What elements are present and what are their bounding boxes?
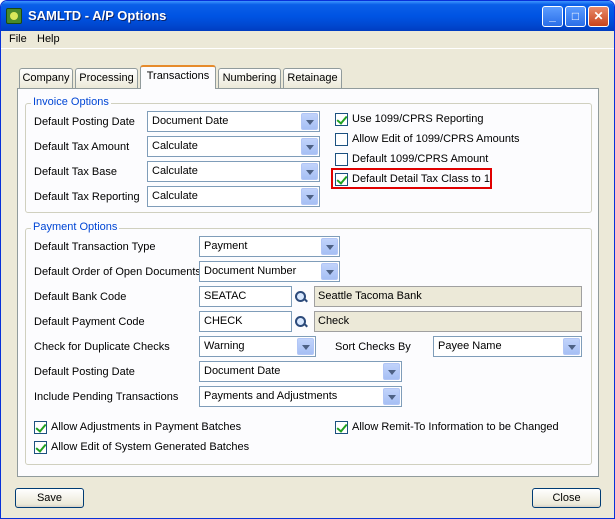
close-window-button[interactable]: ✕ (588, 6, 609, 27)
chevron-down-icon[interactable] (563, 338, 580, 355)
checkbox-checked-icon[interactable] (335, 113, 348, 126)
menu-file[interactable]: File (9, 33, 27, 45)
pending-transactions-label: Include Pending Transactions (34, 391, 179, 403)
transaction-type-select[interactable]: Payment (199, 236, 340, 257)
bank-description-value: Seattle Tacoma Bank (318, 290, 422, 302)
transaction-type-value: Payment (204, 240, 248, 252)
checkbox-checked-icon[interactable] (34, 421, 47, 434)
close-button[interactable]: Close (532, 488, 601, 508)
payment-posting-date-value: Document Date (204, 365, 281, 377)
sort-checks-select[interactable]: Payee Name (433, 336, 582, 357)
invoice-options-legend: Invoice Options (31, 96, 111, 108)
tax-amount-select[interactable]: Calculate (147, 136, 320, 157)
payment-code-search-icon[interactable] (293, 314, 309, 330)
tab-transactions[interactable]: Transactions (140, 65, 216, 89)
menu-help[interactable]: Help (37, 33, 60, 45)
maximize-button[interactable]: □ (565, 6, 586, 27)
chevron-down-icon[interactable] (383, 388, 400, 405)
bank-description-field: Seattle Tacoma Bank (314, 286, 582, 307)
pending-transactions-select[interactable]: Payments and Adjustments (199, 386, 402, 407)
checkbox-checked-icon[interactable] (335, 421, 348, 434)
tab-retainage[interactable]: Retainage (283, 68, 342, 88)
minimize-button[interactable]: _ (542, 6, 563, 27)
payment-description-value: Check (318, 315, 350, 327)
checkbox-checked-icon[interactable] (335, 173, 348, 186)
payment-code-label: Default Payment Code (34, 316, 145, 328)
tax-reporting-label: Default Tax Reporting (34, 191, 140, 203)
bank-code-search-icon[interactable] (293, 289, 309, 305)
chevron-down-icon[interactable] (301, 188, 318, 205)
checkbox-unchecked-icon[interactable] (335, 133, 348, 146)
tab-company[interactable]: Company (19, 68, 73, 88)
allow-remit-to-label: Allow Remit-To Information to be Changed (352, 421, 559, 433)
chevron-down-icon[interactable] (383, 363, 400, 380)
checkbox-checked-icon[interactable] (34, 441, 47, 454)
menu-separator (1, 48, 614, 49)
sort-checks-value: Payee Name (438, 340, 502, 352)
tax-reporting-select[interactable]: Calculate (147, 186, 320, 207)
payment-code-value: CHECK (204, 315, 243, 327)
duplicate-checks-value: Warning (204, 340, 245, 352)
menu-bar: File Help (1, 31, 614, 48)
payment-posting-date-select[interactable]: Document Date (199, 361, 402, 382)
pending-transactions-value: Payments and Adjustments (204, 390, 338, 402)
chevron-down-icon[interactable] (321, 238, 338, 255)
use-1099-label: Use 1099/CPRS Reporting (352, 113, 484, 125)
invoice-posting-date-value: Document Date (152, 115, 229, 127)
payment-description-field: Check (314, 311, 582, 332)
sort-checks-label: Sort Checks By (335, 341, 411, 353)
chevron-down-icon[interactable] (321, 263, 338, 280)
order-open-docs-label: Default Order of Open Documents (34, 266, 201, 278)
tab-processing[interactable]: Processing (75, 68, 138, 88)
default-detail-tax-class-label: Default Detail Tax Class to 1 (352, 173, 490, 185)
tab-numbering[interactable]: Numbering (218, 68, 281, 88)
default-1099-amount-label: Default 1099/CPRS Amount (352, 153, 489, 165)
invoice-posting-date-select[interactable]: Document Date (147, 111, 320, 132)
duplicate-checks-label: Check for Duplicate Checks (34, 341, 170, 353)
allow-edit-1099-label: Allow Edit of 1099/CPRS Amounts (352, 133, 520, 145)
tax-base-value: Calculate (152, 165, 198, 177)
title-bar[interactable]: SAMLTD - A/P Options _ □ ✕ (1, 1, 614, 31)
order-open-docs-value: Document Number (204, 265, 297, 277)
duplicate-checks-select[interactable]: Warning (199, 336, 316, 357)
allow-adjustments-label: Allow Adjustments in Payment Batches (51, 421, 242, 433)
app-icon (6, 8, 22, 24)
save-button[interactable]: Save (15, 488, 84, 508)
payment-options-legend: Payment Options (31, 221, 120, 233)
transaction-type-label: Default Transaction Type (34, 241, 156, 253)
bank-code-label: Default Bank Code (34, 291, 127, 303)
ap-options-window: SAMLTD - A/P Options _ □ ✕ File Help Com… (0, 0, 615, 519)
chevron-down-icon[interactable] (301, 163, 318, 180)
allow-edit-system-label: Allow Edit of System Generated Batches (51, 441, 250, 453)
payment-posting-date-label: Default Posting Date (34, 366, 135, 378)
chevron-down-icon[interactable] (301, 113, 318, 130)
bank-code-input[interactable]: SEATAC (199, 286, 292, 307)
tax-base-label: Default Tax Base (34, 166, 117, 178)
tax-amount-value: Calculate (152, 140, 198, 152)
order-open-docs-select[interactable]: Document Number (199, 261, 340, 282)
tax-base-select[interactable]: Calculate (147, 161, 320, 182)
checkbox-unchecked-icon[interactable] (335, 153, 348, 166)
chevron-down-icon[interactable] (301, 138, 318, 155)
chevron-down-icon[interactable] (297, 338, 314, 355)
bank-code-value: SEATAC (204, 290, 247, 302)
tax-reporting-value: Calculate (152, 190, 198, 202)
invoice-posting-date-label: Default Posting Date (34, 116, 135, 128)
payment-code-input[interactable]: CHECK (199, 311, 292, 332)
window-title: SAMLTD - A/P Options (28, 8, 167, 23)
tax-amount-label: Default Tax Amount (34, 141, 130, 153)
